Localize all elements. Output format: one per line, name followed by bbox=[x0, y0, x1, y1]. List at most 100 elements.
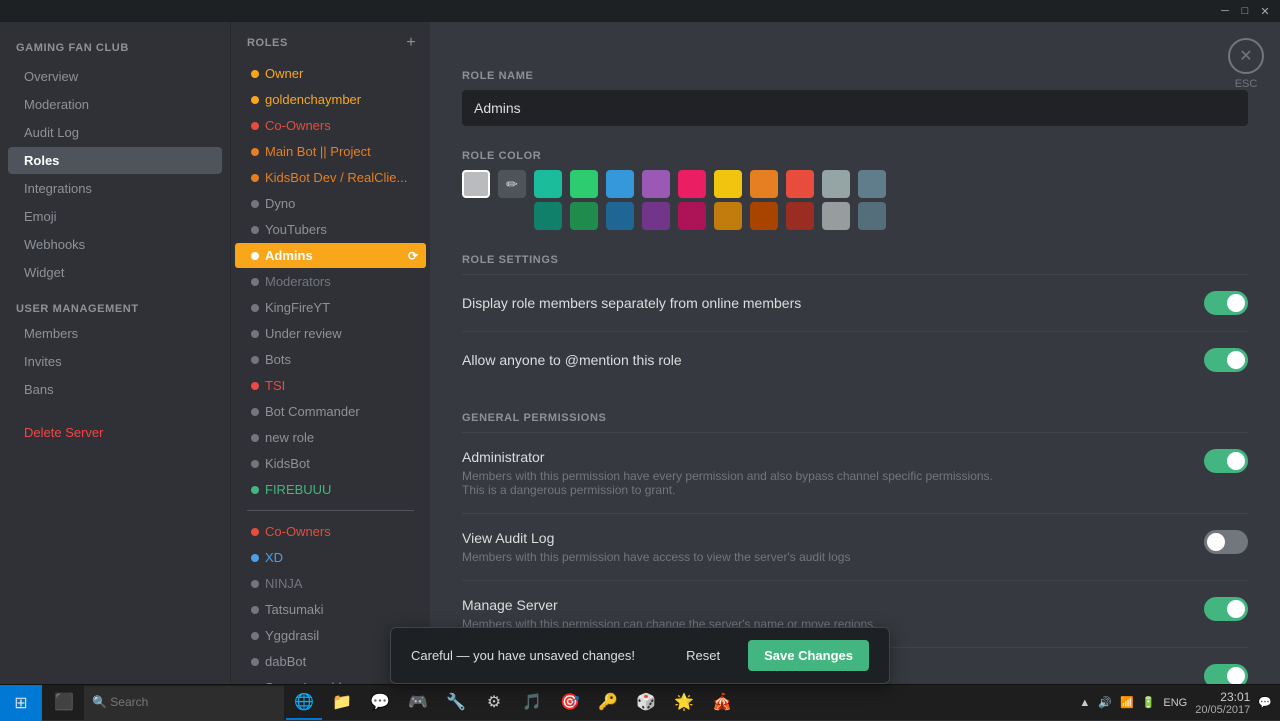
sidebar-item-overview[interactable]: Overview bbox=[8, 63, 222, 90]
taskbar-search[interactable]: 🔍 Search bbox=[84, 686, 284, 720]
color-swatch[interactable] bbox=[858, 170, 886, 198]
color-swatch[interactable] bbox=[750, 202, 778, 230]
role-item-goldenchaymber[interactable]: goldenchaymber bbox=[235, 87, 426, 112]
restore-button[interactable]: □ bbox=[1236, 2, 1254, 20]
taskbar-network-icon[interactable]: 📶 bbox=[1120, 696, 1134, 709]
permission-info: View Audit Log Members with this permiss… bbox=[462, 530, 850, 564]
role-item-ninja[interactable]: NINJA bbox=[235, 571, 426, 596]
sidebar-item-moderation[interactable]: Moderation bbox=[8, 91, 222, 118]
color-picker-button[interactable]: ✏ bbox=[498, 170, 526, 198]
taskbar-icon-app5[interactable]: 🔑 bbox=[590, 686, 626, 720]
toggle-view-audit-log[interactable] bbox=[1204, 530, 1248, 554]
taskbar-icon-app1[interactable]: 🔧 bbox=[438, 686, 474, 720]
sidebar-item-audit-log[interactable]: Audit Log bbox=[8, 119, 222, 146]
taskbar-icon-app4[interactable]: 🎯 bbox=[552, 686, 588, 720]
color-swatch[interactable] bbox=[534, 202, 562, 230]
sidebar-item-members[interactable]: Members bbox=[8, 320, 222, 347]
role-item-tatsumaki[interactable]: Tatsumaki bbox=[235, 597, 426, 622]
color-swatch[interactable] bbox=[678, 170, 706, 198]
sidebar-item-webhooks[interactable]: Webhooks bbox=[8, 231, 222, 258]
role-item-new-role[interactable]: new role bbox=[235, 425, 426, 450]
user-management-label: USER MANAGEMENT bbox=[0, 287, 230, 319]
role-item-youtubers[interactable]: YouTubers bbox=[235, 217, 426, 242]
toggle-display-separately[interactable] bbox=[1204, 291, 1248, 315]
color-swatch[interactable] bbox=[714, 202, 742, 230]
color-swatch[interactable] bbox=[642, 202, 670, 230]
role-dot bbox=[251, 632, 259, 640]
color-swatch[interactable] bbox=[786, 170, 814, 198]
role-item-co-owners-2[interactable]: Co-Owners bbox=[235, 519, 426, 544]
taskbar-volume-icon[interactable]: 🔊 bbox=[1098, 696, 1112, 709]
color-swatch[interactable] bbox=[822, 202, 850, 230]
sidebar-item-integrations[interactable]: Integrations bbox=[8, 175, 222, 202]
taskbar-right: ▲ 🔊 📶 🔋 ENG 23:01 20/05/2017 💬 bbox=[1071, 690, 1280, 716]
taskbar-icon-chrome[interactable]: 🌐 bbox=[286, 686, 322, 720]
sidebar-item-invites[interactable]: Invites bbox=[8, 348, 222, 375]
toggle-administrator[interactable] bbox=[1204, 449, 1248, 473]
taskbar-icon-steam[interactable]: 🎮 bbox=[400, 686, 436, 720]
sidebar-item-bans[interactable]: Bans bbox=[8, 376, 222, 403]
taskbar-icon-app2[interactable]: ⚙ bbox=[476, 686, 512, 720]
toggle-allow-mention[interactable] bbox=[1204, 348, 1248, 372]
color-swatch-default[interactable] bbox=[462, 170, 490, 198]
role-item-bots[interactable]: Bots bbox=[235, 347, 426, 372]
sidebar-item-roles[interactable]: Roles bbox=[8, 147, 222, 174]
delete-server-button[interactable]: Delete Server bbox=[8, 419, 222, 446]
role-item-kidsbot[interactable]: KidsBot bbox=[235, 451, 426, 476]
start-button[interactable]: ⊞ bbox=[0, 685, 42, 721]
role-dot bbox=[251, 96, 259, 104]
minimize-button[interactable]: ─ bbox=[1216, 2, 1234, 20]
sidebar-item-emoji[interactable]: Emoji bbox=[8, 203, 222, 230]
esc-circle[interactable]: ✕ bbox=[1228, 38, 1264, 74]
role-item-main-bot[interactable]: Main Bot || Project bbox=[235, 139, 426, 164]
color-swatch[interactable] bbox=[606, 202, 634, 230]
role-item-firebuuu[interactable]: FIREBUUU bbox=[235, 477, 426, 502]
role-label: Admins bbox=[265, 248, 313, 263]
taskbar-icon-app6[interactable]: 🎲 bbox=[628, 686, 664, 720]
save-changes-button[interactable]: Save Changes bbox=[748, 640, 869, 671]
color-swatch[interactable] bbox=[642, 170, 670, 198]
taskbar-icon-discord[interactable]: 💬 bbox=[362, 686, 398, 720]
role-label: YouTubers bbox=[265, 222, 327, 237]
role-item-co-owners[interactable]: Co-Owners bbox=[235, 113, 426, 138]
color-swatch[interactable] bbox=[570, 202, 598, 230]
toggle-manage-roles[interactable] bbox=[1204, 664, 1248, 684]
role-dot bbox=[251, 304, 259, 312]
permission-header: Administrator Members with this permissi… bbox=[462, 449, 1248, 497]
taskbar-icon-app7[interactable]: 🌟 bbox=[666, 686, 702, 720]
role-item-dyno[interactable]: Dyno bbox=[235, 191, 426, 216]
role-item-under-review[interactable]: Under review bbox=[235, 321, 426, 346]
color-swatch[interactable] bbox=[750, 170, 778, 198]
taskbar-icon-task-view[interactable]: ⬛ bbox=[46, 686, 82, 720]
color-swatch[interactable] bbox=[714, 170, 742, 198]
color-swatch[interactable] bbox=[858, 202, 886, 230]
taskbar-icon-app8[interactable]: 🎪 bbox=[704, 686, 740, 720]
esc-button[interactable]: ✕ ESC bbox=[1228, 38, 1264, 90]
taskbar-icon-app3[interactable]: 🎵 bbox=[514, 686, 550, 720]
color-swatch[interactable] bbox=[570, 170, 598, 198]
main-content: GAMING FAN CLUB Overview Moderation Audi… bbox=[0, 22, 1280, 684]
permission-administrator: Administrator Members with this permissi… bbox=[462, 433, 1248, 514]
taskbar-icon-folder[interactable]: 📁 bbox=[324, 686, 360, 720]
color-swatch[interactable] bbox=[822, 170, 850, 198]
role-item-bot-commander[interactable]: Bot Commander bbox=[235, 399, 426, 424]
color-swatch[interactable] bbox=[678, 202, 706, 230]
add-role-button[interactable]: + bbox=[402, 34, 420, 52]
sidebar-item-widget[interactable]: Widget bbox=[8, 259, 222, 286]
role-item-moderators[interactable]: Moderators bbox=[235, 269, 426, 294]
color-swatch[interactable] bbox=[606, 170, 634, 198]
role-item-kingfireyt[interactable]: KingFireYT bbox=[235, 295, 426, 320]
toggle-manage-server[interactable] bbox=[1204, 597, 1248, 621]
color-swatch[interactable] bbox=[534, 170, 562, 198]
role-item-tsi[interactable]: TSI bbox=[235, 373, 426, 398]
role-item-xd[interactable]: XD bbox=[235, 545, 426, 570]
role-label: KidsBot Dev / RealClie... bbox=[265, 170, 407, 185]
close-button[interactable]: ✕ bbox=[1256, 2, 1274, 20]
role-item-kidsbot-dev[interactable]: KidsBot Dev / RealClie... bbox=[235, 165, 426, 190]
role-name-input[interactable] bbox=[462, 90, 1248, 126]
role-item-admins[interactable]: Admins ⟳ bbox=[235, 243, 426, 268]
role-item-owner[interactable]: Owner bbox=[235, 61, 426, 86]
taskbar-notification-center[interactable]: 💬 bbox=[1258, 696, 1272, 709]
reset-button[interactable]: Reset bbox=[678, 644, 728, 667]
color-swatch[interactable] bbox=[786, 202, 814, 230]
